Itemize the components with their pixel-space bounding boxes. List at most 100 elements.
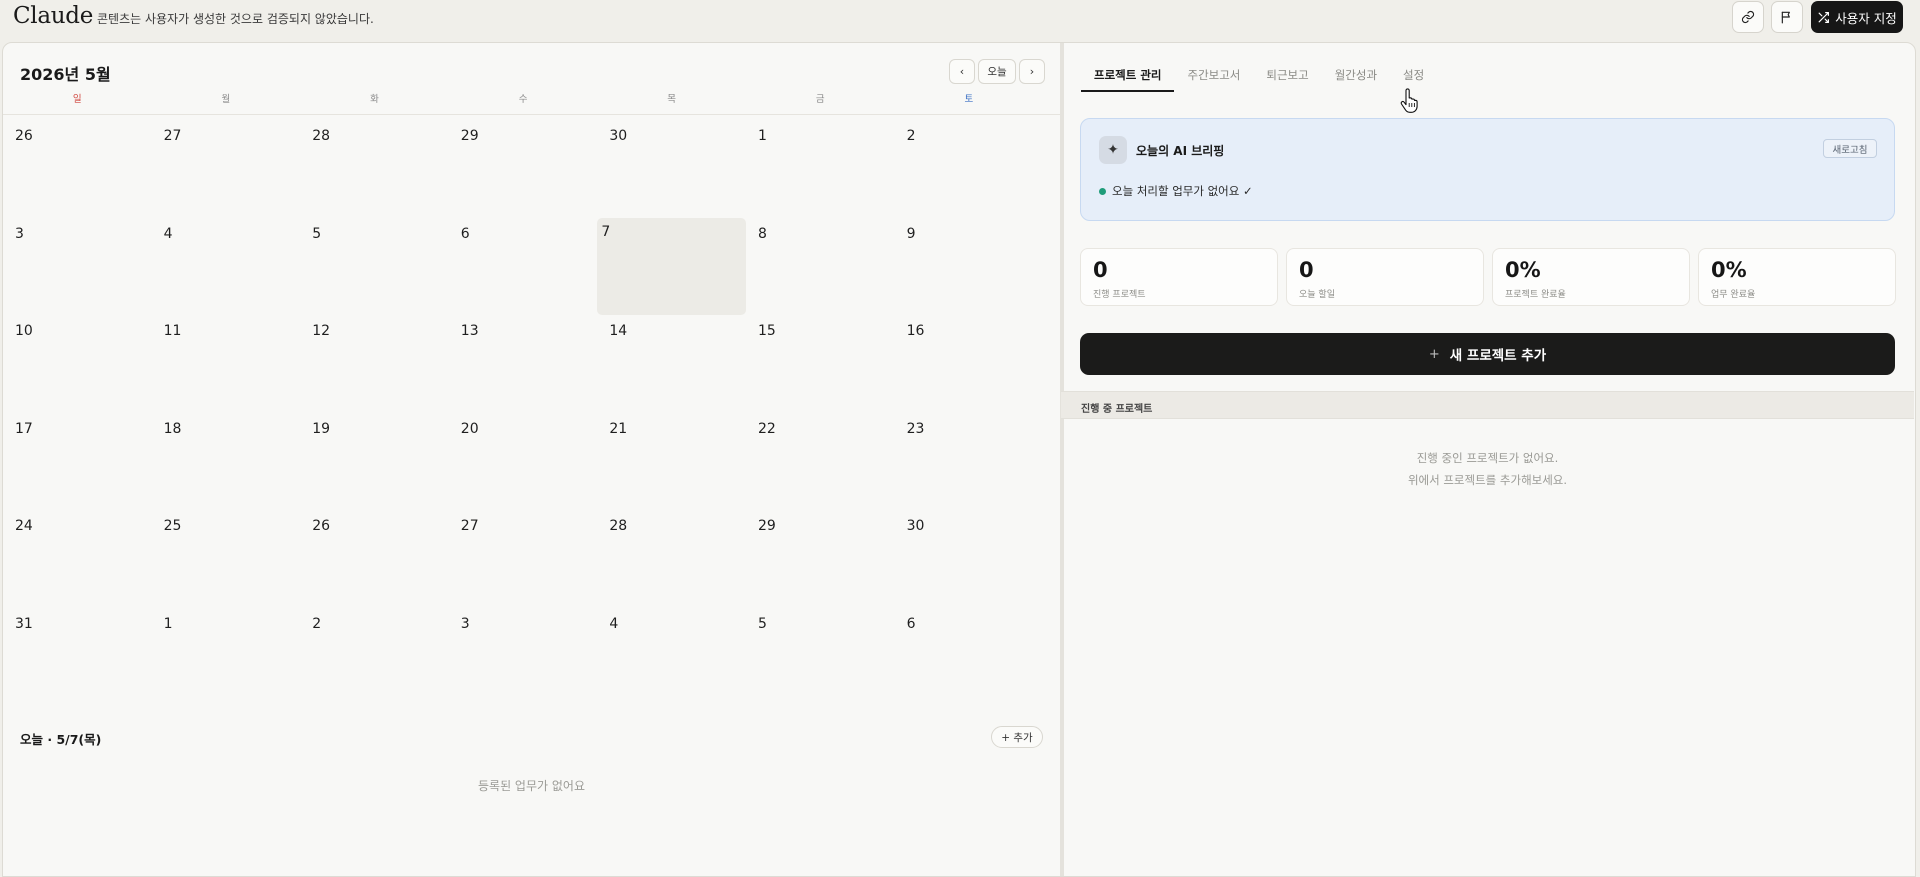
day-number: 1 xyxy=(163,615,173,632)
calendar-day[interactable]: 3 xyxy=(3,218,152,316)
today-button[interactable]: 오늘 xyxy=(978,59,1016,84)
weekday-sat: 토 xyxy=(964,94,974,105)
day-number: 5 xyxy=(757,615,767,632)
day-number: 29 xyxy=(460,128,479,144)
in-progress-section-header: 진행 중 프로젝트 xyxy=(1061,391,1914,419)
new-project-button[interactable]: + 새 프로젝트 추가 xyxy=(1080,333,1895,375)
calendar-day[interactable]: 27 xyxy=(152,120,301,218)
day-number: 4 xyxy=(163,225,173,242)
tab-monthly-performance[interactable]: 월간성과 xyxy=(1322,64,1390,92)
day-number: 14 xyxy=(609,323,628,339)
calendar-day[interactable]: 30 xyxy=(895,510,1044,608)
prev-month-button[interactable]: ‹ xyxy=(949,59,975,84)
calendar-day[interactable]: 2 xyxy=(895,120,1044,218)
calendar-day[interactable]: 2 xyxy=(300,608,449,706)
day-number: 15 xyxy=(757,323,776,339)
calendar-day[interactable]: 15 xyxy=(746,315,895,413)
calendar-day[interactable]: 1 xyxy=(746,120,895,218)
flag-icon xyxy=(1781,11,1790,24)
tab-project-management[interactable]: 프로젝트 관리 xyxy=(1081,64,1175,92)
calendar-day[interactable]: 4 xyxy=(597,608,746,706)
day-number: 30 xyxy=(609,128,628,144)
calendar-day[interactable]: 16 xyxy=(895,315,1044,413)
sparkle-icon: ✦ xyxy=(1099,136,1127,164)
day-number: 11 xyxy=(163,323,182,339)
day-number: 28 xyxy=(312,128,331,144)
calendar-day[interactable]: 8 xyxy=(746,218,895,316)
day-number: 26 xyxy=(312,518,331,534)
calendar-day[interactable]: 14 xyxy=(597,315,746,413)
day-number: 23 xyxy=(906,420,925,437)
calendar-day[interactable]: 9 xyxy=(895,218,1044,316)
briefing-status-text: 오늘 처리할 업무가 없어요 ✓ xyxy=(1112,184,1253,198)
customize-label: 사용자 지정 xyxy=(1835,10,1897,26)
add-task-button[interactable]: + 추가 xyxy=(991,726,1043,748)
day-number: 31 xyxy=(15,615,33,632)
calendar-day[interactable]: 4 xyxy=(152,218,301,316)
calendar-day[interactable]: 1 xyxy=(152,608,301,706)
report-flag-button[interactable] xyxy=(1771,1,1803,33)
calendar-day[interactable]: 18 xyxy=(152,413,301,511)
calendar-day[interactable]: 29 xyxy=(746,510,895,608)
calendar-day[interactable]: 25 xyxy=(152,510,301,608)
calendar-day[interactable]: 24 xyxy=(3,510,152,608)
calendar-day[interactable]: 26 xyxy=(3,120,152,218)
day-number: 20 xyxy=(460,420,479,437)
calendar-day-today[interactable]: 7 xyxy=(597,217,746,315)
day-number: 7 xyxy=(601,223,611,240)
stat-label: 업무 완료율 xyxy=(1711,290,1756,300)
calendar-day[interactable]: 21 xyxy=(597,413,746,511)
calendar-day[interactable]: 17 xyxy=(3,413,152,511)
calendar-day[interactable]: 5 xyxy=(300,218,449,316)
calendar-day[interactable]: 29 xyxy=(449,120,598,218)
calendar-day[interactable]: 5 xyxy=(746,608,895,706)
stat-value: 0% xyxy=(1505,258,1541,282)
brand-logo: Claude xyxy=(13,3,94,29)
stat-value: 0 xyxy=(1299,258,1314,282)
next-month-button[interactable]: › xyxy=(1019,59,1045,84)
weekday-fri: 금 xyxy=(815,94,825,105)
day-number: 10 xyxy=(15,323,33,339)
day-number: 6 xyxy=(906,615,916,632)
hand-cursor-icon xyxy=(1400,88,1418,113)
copy-link-button[interactable] xyxy=(1732,1,1764,33)
calendar-day[interactable]: 3 xyxy=(449,608,598,706)
calendar-day[interactable]: 23 xyxy=(895,413,1044,511)
calendar-day[interactable]: 30 xyxy=(597,120,746,218)
weekday-mon: 월 xyxy=(221,94,231,105)
weekday-sun: 일 xyxy=(72,94,82,105)
day-number: 3 xyxy=(460,615,470,632)
day-number: 30 xyxy=(906,518,925,534)
calendar-day[interactable]: 10 xyxy=(3,315,152,413)
calendar-day[interactable]: 19 xyxy=(300,413,449,511)
customize-button[interactable]: 사용자 지정 xyxy=(1811,1,1903,33)
briefing-status: 오늘 처리할 업무가 없어요 ✓ xyxy=(1099,183,1253,199)
refresh-button[interactable]: 새로고침 xyxy=(1823,139,1877,158)
stat-card-project-completion: 0% 프로젝트 완료율 xyxy=(1492,248,1690,306)
calendar-day[interactable]: 20 xyxy=(449,413,598,511)
top-bar: Claude 콘텐츠는 사용자가 생성한 것으로 검증되지 않았습니다. 사용자… xyxy=(0,0,1920,42)
weekday-wed: 수 xyxy=(518,94,528,105)
day-number: 25 xyxy=(163,518,182,534)
link-icon xyxy=(1741,10,1755,24)
day-number: 2 xyxy=(906,128,916,144)
weekday-header: 일 월 화 수 목 금 토 xyxy=(3,95,1060,115)
day-number: 4 xyxy=(609,615,619,632)
day-number: 12 xyxy=(312,323,331,339)
calendar-day[interactable]: 26 xyxy=(300,510,449,608)
day-number: 27 xyxy=(163,128,182,144)
chevron-right-icon: › xyxy=(1029,65,1035,78)
calendar-day[interactable]: 13 xyxy=(449,315,598,413)
shuffle-icon xyxy=(1818,11,1830,23)
tab-leave-report[interactable]: 퇴근보고 xyxy=(1253,64,1321,92)
tab-weekly-report[interactable]: 주간보고서 xyxy=(1174,64,1253,92)
calendar-day[interactable]: 6 xyxy=(895,608,1044,706)
calendar-day[interactable]: 11 xyxy=(152,315,301,413)
calendar-day[interactable]: 28 xyxy=(300,120,449,218)
calendar-day[interactable]: 6 xyxy=(449,218,598,316)
calendar-day[interactable]: 22 xyxy=(746,413,895,511)
calendar-day[interactable]: 12 xyxy=(300,315,449,413)
calendar-day[interactable]: 28 xyxy=(597,510,746,608)
calendar-day[interactable]: 31 xyxy=(3,608,152,706)
calendar-day[interactable]: 27 xyxy=(449,510,598,608)
